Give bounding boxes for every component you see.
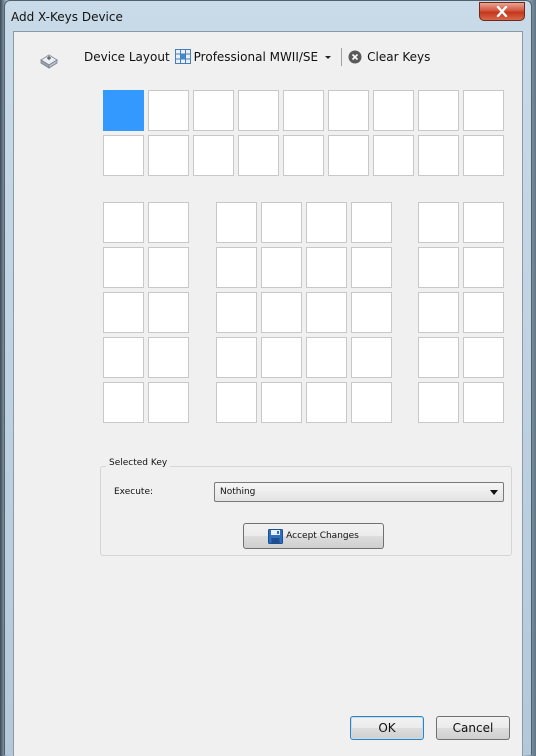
close-icon — [496, 6, 508, 17]
key-button[interactable] — [418, 202, 459, 243]
key-button[interactable] — [351, 292, 392, 333]
key-button[interactable] — [351, 202, 392, 243]
key-button[interactable] — [103, 135, 144, 176]
chevron-down-icon — [490, 490, 498, 495]
key-button[interactable] — [306, 337, 347, 378]
key-button[interactable] — [238, 135, 279, 176]
dialog-client: Device Layout Professional MWII/SE Clear… — [13, 31, 523, 756]
key-button[interactable] — [306, 382, 347, 423]
device-layout-dropdown[interactable]: Device Layout Professional MWII/SE — [84, 49, 333, 65]
key-button[interactable] — [418, 292, 459, 333]
key-button[interactable] — [148, 90, 189, 131]
key-button[interactable] — [193, 135, 234, 176]
key-button[interactable] — [418, 135, 459, 176]
title-bar[interactable]: Add X-Keys Device — [5, 1, 531, 31]
key-button[interactable] — [463, 202, 504, 243]
ok-button[interactable]: OK — [350, 716, 424, 740]
key-button[interactable] — [103, 202, 144, 243]
clear-icon — [348, 50, 362, 64]
key-button[interactable] — [148, 382, 189, 423]
key-button[interactable] — [103, 90, 144, 131]
key-button[interactable] — [216, 382, 257, 423]
keycap-icon — [38, 52, 60, 74]
ok-label: OK — [378, 721, 396, 735]
close-button[interactable] — [479, 2, 525, 21]
key-button[interactable] — [261, 292, 302, 333]
key-button[interactable] — [103, 382, 144, 423]
key-button[interactable] — [148, 247, 189, 288]
cancel-button[interactable]: Cancel — [436, 716, 510, 740]
key-button[interactable] — [351, 382, 392, 423]
key-button[interactable] — [418, 337, 459, 378]
key-button[interactable] — [283, 90, 324, 131]
key-button[interactable] — [261, 337, 302, 378]
dialog-window: Add X-Keys Device Device Layout Professi… — [4, 0, 532, 756]
save-icon — [268, 528, 284, 544]
key-button[interactable] — [373, 135, 414, 176]
toolbar: Device Layout Professional MWII/SE Clear… — [84, 46, 430, 68]
key-button[interactable] — [261, 202, 302, 243]
dropdown-arrow-icon — [325, 56, 332, 59]
key-button[interactable] — [418, 90, 459, 131]
key-button[interactable] — [463, 292, 504, 333]
execute-select[interactable]: Nothing — [214, 482, 504, 502]
key-button[interactable] — [351, 247, 392, 288]
key-button[interactable] — [463, 90, 504, 131]
key-button[interactable] — [463, 135, 504, 176]
toolbar-separator — [341, 48, 343, 66]
key-button[interactable] — [351, 337, 392, 378]
key-button[interactable] — [103, 247, 144, 288]
key-button[interactable] — [238, 90, 279, 131]
selected-key-label: Selected Key — [106, 458, 171, 468]
key-button[interactable] — [463, 247, 504, 288]
clear-keys-label: Clear Keys — [367, 50, 431, 64]
key-button[interactable] — [216, 202, 257, 243]
key-button[interactable] — [463, 337, 504, 378]
key-button[interactable] — [148, 202, 189, 243]
execute-label: Execute: — [114, 487, 154, 497]
key-button[interactable] — [283, 135, 324, 176]
device-layout-label: Device Layout — [84, 50, 170, 64]
clear-keys-button[interactable]: Clear Keys — [348, 50, 430, 64]
key-button[interactable] — [328, 90, 369, 131]
accept-changes-button[interactable]: Accept Changes — [243, 523, 384, 549]
key-button[interactable] — [306, 292, 347, 333]
layout-value: Professional MWII/SE — [193, 50, 319, 64]
cancel-label: Cancel — [452, 721, 494, 735]
key-button[interactable] — [306, 247, 347, 288]
key-button[interactable] — [261, 247, 302, 288]
key-button[interactable] — [193, 90, 234, 131]
key-button[interactable] — [216, 337, 257, 378]
key-button[interactable] — [148, 135, 189, 176]
key-button[interactable] — [103, 337, 144, 378]
key-button[interactable] — [103, 292, 144, 333]
key-button[interactable] — [373, 90, 414, 131]
window-title: Add X-Keys Device — [11, 10, 123, 24]
key-button[interactable] — [418, 382, 459, 423]
key-button[interactable] — [216, 247, 257, 288]
accept-changes-label: Accept Changes — [286, 531, 359, 541]
key-button[interactable] — [306, 202, 347, 243]
key-button[interactable] — [216, 292, 257, 333]
key-button[interactable] — [148, 337, 189, 378]
execute-value: Nothing — [220, 487, 256, 497]
layout-icon — [174, 49, 191, 64]
key-button[interactable] — [418, 247, 459, 288]
key-button[interactable] — [148, 292, 189, 333]
key-button[interactable] — [328, 135, 369, 176]
key-button[interactable] — [463, 382, 504, 423]
key-button[interactable] — [261, 382, 302, 423]
